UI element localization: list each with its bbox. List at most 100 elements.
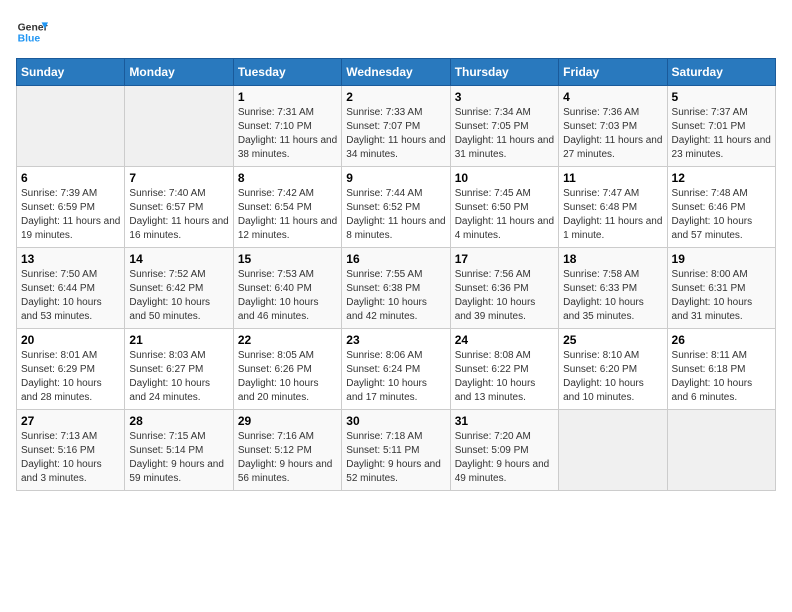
day-info: Sunrise: 7:33 AM Sunset: 7:07 PM Dayligh… xyxy=(346,106,445,162)
day-number: 23 xyxy=(346,333,445,347)
calendar-cell: 9Sunrise: 7:44 AM Sunset: 6:52 PM Daylig… xyxy=(342,167,450,248)
calendar-cell: 25 Sunrise: 8:10 AM Sunset: 6:20 PM Dayli… xyxy=(559,329,667,410)
calendar-week-row: 27 Sunrise: 7:13 AM Sunset: 5:16 PM Dayli… xyxy=(17,410,776,491)
day-number: 16 xyxy=(346,252,445,266)
day-info: Sunrise: 7:15 AM Sunset: 5:14 PM Dayligh… xyxy=(129,430,228,486)
day-info: Sunrise: 7:58 AM Sunset: 6:33 PM Dayligh… xyxy=(563,268,662,324)
calendar-cell: 11Sunrise: 7:47 AM Sunset: 6:48 PM Dayli… xyxy=(559,167,667,248)
day-number: 14 xyxy=(129,252,228,266)
day-number: 10 xyxy=(455,171,554,185)
calendar-week-row: 20 Sunrise: 8:01 AM Sunset: 6:29 PM Dayli… xyxy=(17,329,776,410)
day-info: Sunrise: 7:45 AM Sunset: 6:50 PM Dayligh… xyxy=(455,187,554,243)
calendar-cell: 16 Sunrise: 7:55 AM Sunset: 6:38 PM Dayli… xyxy=(342,248,450,329)
day-of-week-header: Sunday xyxy=(17,59,125,86)
calendar-cell: 14 Sunrise: 7:52 AM Sunset: 6:42 PM Dayli… xyxy=(125,248,233,329)
day-info: Sunrise: 7:36 AM Sunset: 7:03 PM Dayligh… xyxy=(563,106,662,162)
calendar-week-row: 6 Sunrise: 7:39 AM Sunset: 6:59 PM Daylig… xyxy=(17,167,776,248)
calendar-cell: 22 Sunrise: 8:05 AM Sunset: 6:26 PM Dayli… xyxy=(233,329,341,410)
day-number: 2 xyxy=(346,90,445,104)
calendar-cell: 8 Sunrise: 7:42 AM Sunset: 6:54 PM Daylig… xyxy=(233,167,341,248)
day-number: 4 xyxy=(563,90,662,104)
day-info: Sunrise: 7:55 AM Sunset: 6:38 PM Dayligh… xyxy=(346,268,445,324)
day-of-week-header: Saturday xyxy=(667,59,775,86)
day-of-week-header: Tuesday xyxy=(233,59,341,86)
day-info: Sunrise: 8:08 AM Sunset: 6:22 PM Dayligh… xyxy=(455,349,554,405)
calendar-cell: 26Sunrise: 8:11 AM Sunset: 6:18 PM Dayli… xyxy=(667,329,775,410)
day-info: Sunrise: 7:52 AM Sunset: 6:42 PM Dayligh… xyxy=(129,268,228,324)
day-of-week-header: Thursday xyxy=(450,59,558,86)
calendar-week-row: 13 Sunrise: 7:50 AM Sunset: 6:44 PM Dayli… xyxy=(17,248,776,329)
day-info: Sunrise: 8:05 AM Sunset: 6:26 PM Dayligh… xyxy=(238,349,337,405)
day-info: Sunrise: 7:13 AM Sunset: 5:16 PM Dayligh… xyxy=(21,430,120,486)
calendar-cell: 4 Sunrise: 7:36 AM Sunset: 7:03 PM Daylig… xyxy=(559,86,667,167)
calendar-cell: 13 Sunrise: 7:50 AM Sunset: 6:44 PM Dayli… xyxy=(17,248,125,329)
day-info: Sunrise: 8:00 AM Sunset: 6:31 PM Dayligh… xyxy=(672,268,771,324)
calendar-cell: 15Sunrise: 7:53 AM Sunset: 6:40 PM Dayli… xyxy=(233,248,341,329)
logo-icon: General Blue xyxy=(16,16,48,48)
day-number: 9 xyxy=(346,171,445,185)
calendar-cell: 21Sunrise: 8:03 AM Sunset: 6:27 PM Dayli… xyxy=(125,329,233,410)
day-info: Sunrise: 7:16 AM Sunset: 5:12 PM Dayligh… xyxy=(238,430,337,486)
day-number: 21 xyxy=(129,333,228,347)
day-number: 8 xyxy=(238,171,337,185)
day-number: 27 xyxy=(21,414,120,428)
day-number: 26 xyxy=(672,333,771,347)
calendar-cell: 17Sunrise: 7:56 AM Sunset: 6:36 PM Dayli… xyxy=(450,248,558,329)
day-info: Sunrise: 7:34 AM Sunset: 7:05 PM Dayligh… xyxy=(455,106,554,162)
day-info: Sunrise: 8:10 AM Sunset: 6:20 PM Dayligh… xyxy=(563,349,662,405)
calendar-cell: 6 Sunrise: 7:39 AM Sunset: 6:59 PM Daylig… xyxy=(17,167,125,248)
day-info: Sunrise: 7:56 AM Sunset: 6:36 PM Dayligh… xyxy=(455,268,554,324)
calendar-body: 1Sunrise: 7:31 AM Sunset: 7:10 PM Daylig… xyxy=(17,86,776,491)
day-info: Sunrise: 8:01 AM Sunset: 6:29 PM Dayligh… xyxy=(21,349,120,405)
calendar-cell: 27 Sunrise: 7:13 AM Sunset: 5:16 PM Dayli… xyxy=(17,410,125,491)
day-number: 19 xyxy=(672,252,771,266)
calendar-cell xyxy=(125,86,233,167)
day-number: 24 xyxy=(455,333,554,347)
day-number: 20 xyxy=(21,333,120,347)
day-info: Sunrise: 7:42 AM Sunset: 6:54 PM Dayligh… xyxy=(238,187,337,243)
day-info: Sunrise: 7:18 AM Sunset: 5:11 PM Dayligh… xyxy=(346,430,445,486)
day-of-week-header: Monday xyxy=(125,59,233,86)
svg-text:Blue: Blue xyxy=(18,34,41,45)
calendar-cell: 31Sunrise: 7:20 AM Sunset: 5:09 PM Dayli… xyxy=(450,410,558,491)
calendar-week-row: 1Sunrise: 7:31 AM Sunset: 7:10 PM Daylig… xyxy=(17,86,776,167)
calendar-cell: 5Sunrise: 7:37 AM Sunset: 7:01 PM Daylig… xyxy=(667,86,775,167)
day-of-week-header: Friday xyxy=(559,59,667,86)
day-number: 3 xyxy=(455,90,554,104)
calendar-cell: 19 Sunrise: 8:00 AM Sunset: 6:31 PM Dayli… xyxy=(667,248,775,329)
day-number: 7 xyxy=(129,171,228,185)
day-info: Sunrise: 7:31 AM Sunset: 7:10 PM Dayligh… xyxy=(238,106,337,162)
calendar-cell xyxy=(667,410,775,491)
day-info: Sunrise: 7:40 AM Sunset: 6:57 PM Dayligh… xyxy=(129,187,228,243)
calendar-cell: 30 Sunrise: 7:18 AM Sunset: 5:11 PM Dayli… xyxy=(342,410,450,491)
day-info: Sunrise: 7:53 AM Sunset: 6:40 PM Dayligh… xyxy=(238,268,337,324)
day-info: Sunrise: 7:37 AM Sunset: 7:01 PM Dayligh… xyxy=(672,106,771,162)
calendar-cell: 23Sunrise: 8:06 AM Sunset: 6:24 PM Dayli… xyxy=(342,329,450,410)
day-number: 22 xyxy=(238,333,337,347)
calendar-header: SundayMondayTuesdayWednesdayThursdayFrid… xyxy=(17,59,776,86)
day-number: 29 xyxy=(238,414,337,428)
calendar-cell xyxy=(559,410,667,491)
day-number: 28 xyxy=(129,414,228,428)
calendar-cell xyxy=(17,86,125,167)
day-number: 12 xyxy=(672,171,771,185)
calendar-cell: 18Sunrise: 7:58 AM Sunset: 6:33 PM Dayli… xyxy=(559,248,667,329)
calendar-cell: 28 Sunrise: 7:15 AM Sunset: 5:14 PM Dayli… xyxy=(125,410,233,491)
day-info: Sunrise: 7:39 AM Sunset: 6:59 PM Dayligh… xyxy=(21,187,120,243)
calendar-cell: 12 Sunrise: 7:48 AM Sunset: 6:46 PM Dayli… xyxy=(667,167,775,248)
day-info: Sunrise: 7:50 AM Sunset: 6:44 PM Dayligh… xyxy=(21,268,120,324)
day-info: Sunrise: 7:20 AM Sunset: 5:09 PM Dayligh… xyxy=(455,430,554,486)
day-info: Sunrise: 7:48 AM Sunset: 6:46 PM Dayligh… xyxy=(672,187,771,243)
day-number: 6 xyxy=(21,171,120,185)
day-number: 30 xyxy=(346,414,445,428)
calendar-cell: 10 Sunrise: 7:45 AM Sunset: 6:50 PM Dayli… xyxy=(450,167,558,248)
calendar-cell: 20 Sunrise: 8:01 AM Sunset: 6:29 PM Dayli… xyxy=(17,329,125,410)
calendar-cell: 2 Sunrise: 7:33 AM Sunset: 7:07 PM Daylig… xyxy=(342,86,450,167)
logo: General Blue xyxy=(16,16,48,48)
day-number: 25 xyxy=(563,333,662,347)
calendar-cell: 7 Sunrise: 7:40 AM Sunset: 6:57 PM Daylig… xyxy=(125,167,233,248)
calendar-cell: 24 Sunrise: 8:08 AM Sunset: 6:22 PM Dayli… xyxy=(450,329,558,410)
calendar-cell: 29 Sunrise: 7:16 AM Sunset: 5:12 PM Dayli… xyxy=(233,410,341,491)
day-number: 13 xyxy=(21,252,120,266)
calendar-table: SundayMondayTuesdayWednesdayThursdayFrid… xyxy=(16,58,776,491)
